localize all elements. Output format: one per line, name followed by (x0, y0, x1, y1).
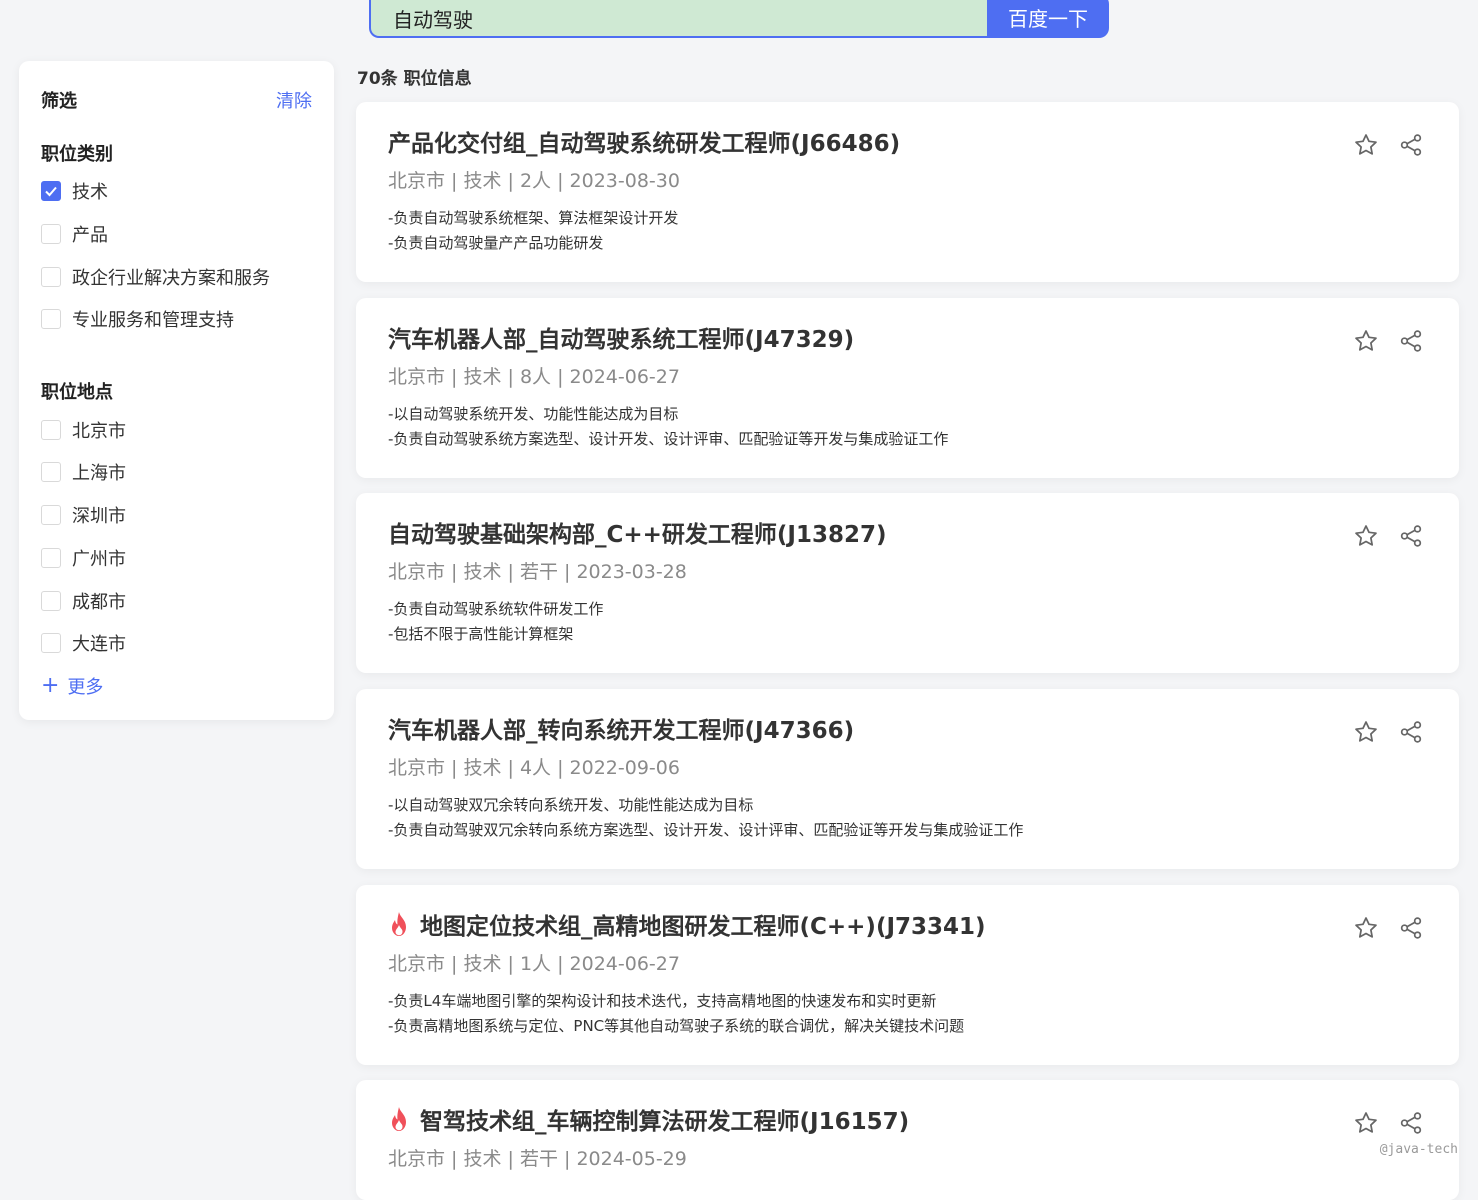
location-option[interactable]: 广州市 (41, 545, 126, 571)
category-option[interactable]: 政企行业解决方案和服务 (41, 264, 270, 290)
job-desc-line: -负责L4车端地图引擎的架构设计和技术迭代，支持高精地图的快速发布和实时更新 (388, 992, 937, 1010)
location-option-label: 北京市 (72, 421, 126, 442)
plus-icon: + (41, 673, 60, 698)
job-title[interactable]: 汽车机器人部_自动驾驶系统工程师(J47329) (388, 320, 854, 354)
fire-icon (392, 1107, 406, 1131)
job-card[interactable]: 自动驾驶基础架构部_C++研发工程师(J13827) 北京市 | 技术 | 若干… (356, 493, 1459, 673)
watermark: @java-tech (1379, 1142, 1458, 1157)
job-card[interactable]: 汽车机器人部_转向系统开发工程师(J47366) 北京市 | 技术 | 4人 |… (356, 689, 1459, 869)
job-description: -以自动驾驶系统开发、功能性能达成为目标 -负责自动驾驶系统方案选型、设计开发、… (388, 402, 948, 452)
share-icon[interactable] (1398, 719, 1424, 745)
job-meta: 北京市 | 技术 | 若干 | 2023-03-28 (388, 561, 687, 583)
category-option-label: 产品 (72, 225, 108, 246)
share-icon[interactable] (1398, 132, 1424, 158)
job-title[interactable]: 汽车机器人部_转向系统开发工程师(J47366) (388, 711, 854, 745)
clear-filters-link[interactable]: 清除 (276, 87, 312, 113)
location-option-label: 大连市 (72, 634, 126, 655)
location-filter-title: 职位地点 (41, 382, 113, 403)
checkbox[interactable] (41, 633, 61, 653)
checkbox[interactable] (41, 591, 61, 611)
checkbox-checked[interactable] (41, 181, 61, 201)
job-card[interactable]: 智驾技术组_车辆控制算法研发工程师(J16157) 北京市 | 技术 | 若干 … (356, 1080, 1459, 1200)
job-title-text: 自动驾驶基础架构部_C++研发工程师(J13827) (388, 522, 887, 548)
checkbox[interactable] (41, 267, 61, 287)
filter-header: 筛选 清除 (41, 87, 312, 113)
location-option[interactable]: 深圳市 (41, 502, 126, 528)
job-desc-line: -负责高精地图系统与定位、PNC等其他自动驾驶子系统的联合调优，解决关键技术问题 (388, 1017, 965, 1035)
job-title[interactable]: 地图定位技术组_高精地图研发工程师(C++)(J73341) (388, 907, 986, 941)
job-title[interactable]: 产品化交付组_自动驾驶系统研发工程师(J66486) (388, 124, 900, 158)
location-option-label: 广州市 (72, 549, 126, 570)
share-icon[interactable] (1398, 1110, 1424, 1136)
category-option-label: 政企行业解决方案和服务 (72, 268, 270, 289)
location-option[interactable]: 北京市 (41, 417, 126, 443)
job-desc-line: -以自动驾驶双冗余转向系统开发、功能性能达成为目标 (388, 796, 754, 814)
category-option-label: 技术 (72, 182, 108, 203)
job-description: -以自动驾驶双冗余转向系统开发、功能性能达成为目标 -负责自动驾驶双冗余转向系统… (388, 793, 1023, 843)
checkbox[interactable] (41, 548, 61, 568)
checkbox[interactable] (41, 224, 61, 244)
job-desc-line: -以自动驾驶系统开发、功能性能达成为目标 (388, 405, 679, 423)
checkbox[interactable] (41, 505, 61, 525)
fire-icon (392, 912, 406, 936)
category-option[interactable]: 专业服务和管理支持 (41, 306, 234, 332)
job-card[interactable]: 产品化交付组_自动驾驶系统研发工程师(J66486) 北京市 | 技术 | 2人… (356, 102, 1459, 282)
job-desc-line: -负责自动驾驶系统框架、算法框架设计开发 (388, 209, 679, 227)
category-option[interactable]: 产品 (41, 221, 108, 247)
job-card[interactable]: 汽车机器人部_自动驾驶系统工程师(J47329) 北京市 | 技术 | 8人 |… (356, 298, 1459, 478)
location-option[interactable]: 大连市 (41, 630, 126, 656)
job-title[interactable]: 自动驾驶基础架构部_C++研发工程师(J13827) (388, 515, 887, 549)
job-title-text: 汽车机器人部_自动驾驶系统工程师(J47329) (388, 327, 855, 353)
checkbox[interactable] (41, 420, 61, 440)
job-desc-line: -负责自动驾驶量产产品功能研发 (388, 234, 604, 252)
location-option-label: 成都市 (72, 592, 126, 613)
job-desc-line: -包括不限于高性能计算框架 (388, 625, 574, 643)
job-description: -负责自动驾驶系统软件研发工作 -包括不限于高性能计算框架 (388, 597, 603, 647)
job-meta: 北京市 | 技术 | 8人 | 2024-06-27 (388, 366, 680, 388)
job-title[interactable]: 智驾技术组_车辆控制算法研发工程师(J16157) (388, 1102, 909, 1136)
checkbox[interactable] (41, 309, 61, 329)
more-label: 更多 (67, 677, 104, 698)
job-desc-line: -负责自动驾驶系统方案选型、设计开发、设计评审、匹配验证等开发与集成验证工作 (388, 430, 949, 448)
job-title-text: 产品化交付组_自动驾驶系统研发工程师(J66486) (388, 131, 901, 157)
checkbox[interactable] (41, 462, 61, 482)
job-meta: 北京市 | 技术 | 若干 | 2024-05-29 (388, 1148, 687, 1170)
star-icon[interactable] (1353, 132, 1379, 158)
search-bar: 百度一下 (369, 0, 1109, 38)
star-icon[interactable] (1353, 719, 1379, 745)
search-input[interactable] (369, 0, 987, 38)
job-description: -负责L4车端地图引擎的架构设计和技术迭代，支持高精地图的快速发布和实时更新 -… (388, 989, 964, 1039)
search-button[interactable]: 百度一下 (987, 0, 1109, 38)
job-desc-line: -负责自动驾驶双冗余转向系统方案选型、设计开发、设计评审、匹配验证等开发与集成验… (388, 821, 1024, 839)
filter-title: 筛选 (41, 91, 77, 112)
result-count: 70条 职位信息 (357, 69, 472, 89)
share-icon[interactable] (1398, 915, 1424, 941)
job-description: -负责自动驾驶系统框架、算法框架设计开发 -负责自动驾驶量产产品功能研发 (388, 206, 678, 256)
location-option[interactable]: 上海市 (41, 459, 126, 485)
star-icon[interactable] (1353, 328, 1379, 354)
filter-panel: 筛选 清除 职位类别 技术 产品 政企行业解决方案和服务 专业服务和管理支持 职… (19, 61, 334, 720)
more-locations-button[interactable]: + 更多 (41, 673, 103, 699)
job-meta: 北京市 | 技术 | 1人 | 2024-06-27 (388, 953, 680, 975)
category-option-label: 专业服务和管理支持 (72, 310, 234, 331)
job-desc-line: -负责自动驾驶系统软件研发工作 (388, 600, 604, 618)
share-icon[interactable] (1398, 328, 1424, 354)
share-icon[interactable] (1398, 523, 1424, 549)
location-option[interactable]: 成都市 (41, 588, 126, 614)
job-title-text: 汽车机器人部_转向系统开发工程师(J47366) (388, 718, 855, 744)
location-option-label: 上海市 (72, 463, 126, 484)
job-title-text: 智驾技术组_车辆控制算法研发工程师(J16157) (420, 1109, 910, 1135)
category-filter-title: 职位类别 (41, 144, 113, 165)
star-icon[interactable] (1353, 915, 1379, 941)
check-icon (45, 186, 57, 197)
job-meta: 北京市 | 技术 | 4人 | 2022-09-06 (388, 757, 680, 779)
location-option-label: 深圳市 (72, 506, 126, 527)
category-option[interactable]: 技术 (41, 178, 108, 204)
star-icon[interactable] (1353, 523, 1379, 549)
star-icon[interactable] (1353, 1110, 1379, 1136)
job-card[interactable]: 地图定位技术组_高精地图研发工程师(C++)(J73341) 北京市 | 技术 … (356, 885, 1459, 1065)
job-title-text: 地图定位技术组_高精地图研发工程师(C++)(J73341) (420, 914, 986, 940)
job-meta: 北京市 | 技术 | 2人 | 2023-08-30 (388, 170, 680, 192)
